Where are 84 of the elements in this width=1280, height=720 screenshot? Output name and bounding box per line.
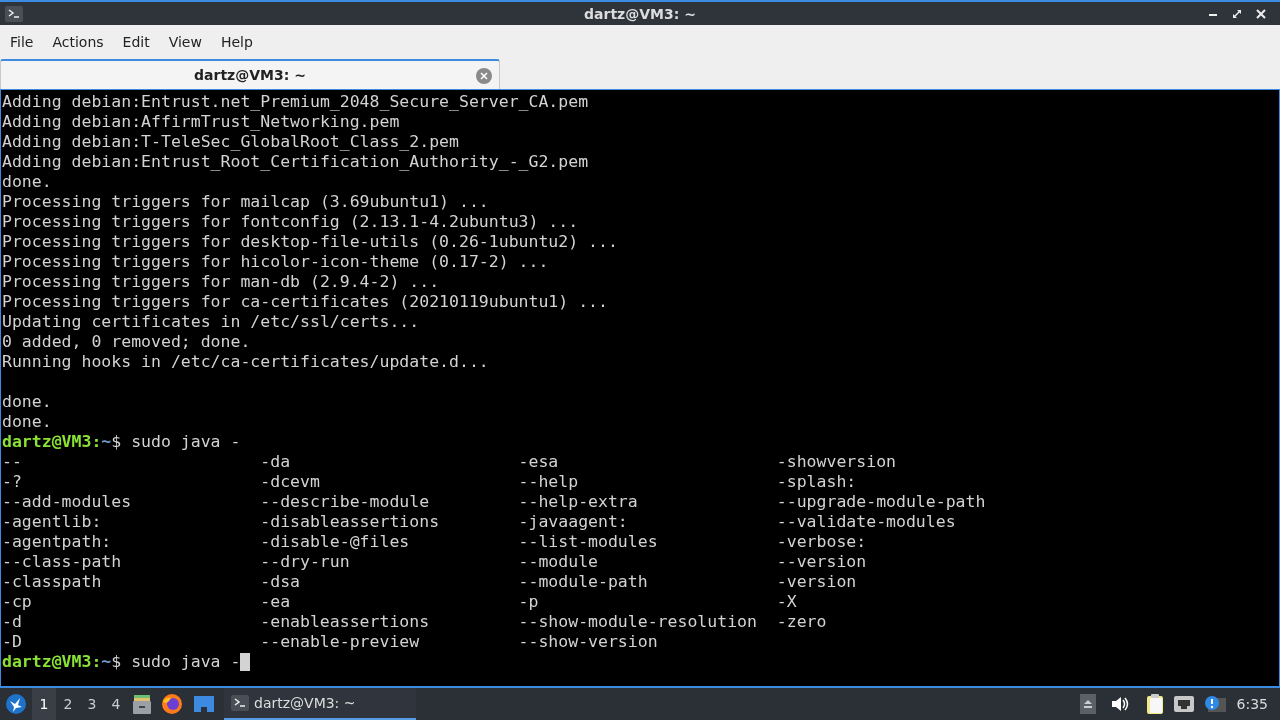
option-text: -dsa — [260, 572, 300, 591]
output-line: Processing triggers for hicolor-icon-theme (0.17-2) ... — [2, 252, 549, 272]
workspace-button[interactable]: 3 — [80, 688, 104, 720]
option-text: -classpath — [2, 572, 102, 591]
option-text: -- — [2, 452, 22, 471]
workspace-button[interactable]: 4 — [104, 688, 128, 720]
output-line: Processing triggers for mailcap (3.69ubuntu1) ... — [2, 192, 489, 212]
clipboard-icon[interactable] — [1145, 693, 1164, 715]
option-text: -javaagent: — [518, 512, 628, 531]
menu-item[interactable]: File — [2, 29, 42, 54]
terminal-tab[interactable]: dartz@VM3: ~ — [0, 59, 500, 89]
option-text: -dcevm — [260, 472, 320, 491]
output-line: Adding debian:T-TeleSec_GlobalRoot_Class_2.pem — [2, 132, 459, 152]
option-text: -agentpath: — [2, 532, 112, 551]
prompt-line: dartz@VM3:~$ sudo java - — [2, 652, 241, 672]
menu-item[interactable]: View — [160, 29, 210, 54]
output-line: Adding debian:Entrust.net_Premium_2048_Secure_Server_CA.pem — [2, 92, 589, 112]
option-text: -zero — [776, 612, 827, 631]
option-text: -ea — [260, 592, 291, 611]
option-text: --module — [518, 552, 598, 571]
taskbar-task[interactable]: dartz@VM3: ~ — [224, 688, 416, 720]
option-text: --list-modules — [518, 532, 658, 551]
maximize-icon[interactable] — [1232, 8, 1242, 19]
window-title: dartz@VM3: ~ — [584, 5, 696, 22]
close-tab-icon[interactable] — [476, 68, 492, 84]
file-cabinet-icon[interactable] — [133, 694, 151, 714]
output-line: Processing triggers for desktop-file-utils (0.26-1ubuntu2) ... — [2, 232, 618, 252]
output-line: Processing triggers for man-db (2.9.4-2) ... — [2, 272, 440, 292]
option-text: -agentlib: — [2, 512, 102, 531]
menu-item[interactable]: Actions — [44, 29, 112, 54]
output-line: Adding debian:AffirmTrust_Networking.pem — [2, 112, 400, 132]
network-icon[interactable] — [1173, 696, 1194, 712]
workspace-button[interactable]: 2 — [56, 688, 80, 720]
option-text: -cp — [2, 592, 32, 611]
start-menu-icon[interactable] — [5, 693, 27, 715]
output-line: done. — [2, 172, 52, 192]
option-text: -p — [518, 592, 539, 611]
option-text: -disable-@files — [260, 532, 410, 551]
eject-icon[interactable] — [1079, 694, 1096, 714]
option-text: --upgrade-module-path — [776, 492, 986, 511]
speaker-icon[interactable] — [1110, 696, 1129, 712]
option-text: -d — [2, 612, 22, 631]
option-text: -splash: — [776, 472, 857, 491]
option-text: -esa — [518, 452, 559, 471]
output-line: Processing triggers for ca-certificates (20210119ubuntu1) ... — [2, 292, 608, 312]
option-text: --show-module-resolution — [518, 612, 757, 631]
option-text: --add-modules — [2, 492, 132, 511]
option-text: --class-path — [2, 552, 122, 571]
option-text: --module-path — [518, 572, 648, 591]
option-text: --help — [518, 472, 579, 491]
desktop-icon[interactable] — [193, 695, 215, 713]
output-line: Processing triggers for fontconfig (2.13.1-4.2ubuntu3) ... — [2, 212, 579, 232]
option-text: -? — [2, 472, 22, 491]
option-text: -version — [776, 572, 857, 591]
option-text: --enable-preview — [260, 632, 420, 651]
option-text: -disableassertions — [260, 512, 440, 531]
option-text: --version — [776, 552, 867, 571]
option-text: --validate-modules — [776, 512, 956, 531]
prompt-line: dartz@VM3:~$ sudo java - — [2, 432, 241, 452]
option-text: -enableassertions — [260, 612, 430, 631]
close-icon[interactable] — [1256, 8, 1266, 19]
option-text: --describe-module — [260, 492, 430, 511]
option-text: -showversion — [776, 452, 896, 471]
terminal-icon — [5, 5, 23, 22]
output-line: done. — [2, 392, 52, 412]
option-text: --dry-run — [260, 552, 350, 571]
option-text: --show-version — [518, 632, 658, 651]
output-line: Adding debian:Entrust_Root_Certification_Authority_-_G2.pem — [2, 152, 589, 172]
output-line: Running hooks in /etc/ca-certificates/update.d... — [2, 352, 489, 372]
notification-icon[interactable] — [1203, 695, 1226, 713]
browser-icon[interactable] — [161, 693, 183, 715]
output-line: Updating certificates in /etc/ssl/certs... — [2, 312, 420, 332]
clock[interactable]: 6:35 — [1236, 696, 1268, 712]
option-text: -verbose: — [776, 532, 867, 551]
output-line: 0 added, 0 removed; done. — [2, 332, 251, 352]
option-text: --help-extra — [518, 492, 638, 511]
output-line: done. — [2, 412, 52, 432]
workspace-button[interactable]: 1 — [32, 688, 56, 720]
option-text: -da — [260, 452, 291, 471]
option-text: -X — [776, 592, 797, 611]
terminal-icon — [231, 695, 249, 711]
menu-item[interactable]: Edit — [114, 29, 158, 54]
menu-item[interactable]: Help — [212, 29, 261, 54]
option-text: -D — [2, 632, 22, 651]
